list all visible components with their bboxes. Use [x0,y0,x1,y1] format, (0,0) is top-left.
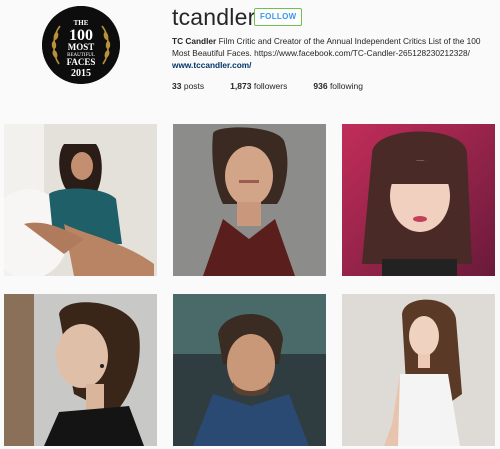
following-label: following [329,81,364,91]
posts-label: posts [183,81,205,91]
stat-followers[interactable]: 1,873 followers [230,81,287,91]
posts-count: 33 [172,81,182,91]
avatar-line3: MOST [68,42,95,52]
avatar-line1: THE [74,19,89,27]
post-thumbnail[interactable] [342,294,495,446]
avatar-line5: FACES [67,57,96,67]
post-thumbnail[interactable] [173,124,326,276]
stat-posts: 33 posts [172,81,204,91]
stat-following[interactable]: 936 following [313,81,363,91]
profile-username: tcandler [172,4,256,30]
profile-bio: TC Candler Film Critic and Creator of th… [172,35,490,71]
bio-name: TC Candler [172,36,217,46]
post-thumbnail[interactable] [173,294,326,446]
bio-text: Film Critic and Creator of the Annual In… [172,36,481,58]
post-thumbnail[interactable] [4,294,157,446]
profile-stats: 33 posts 1,873 followers 936 following [172,81,389,91]
followers-count: 1,873 [230,81,252,91]
followers-label: followers [253,81,288,91]
post-thumbnail[interactable] [342,124,495,276]
bio-website-link[interactable]: www.tccandler.com/ [172,60,251,70]
profile-avatar[interactable]: THE 100 MOST BEAUTIFUL FACES 2015 [42,6,120,84]
following-count: 936 [313,81,328,91]
follow-button[interactable]: FOLLOW [254,8,303,26]
posts-grid [4,124,496,449]
avatar-line6: 2015 [71,68,91,79]
post-thumbnail[interactable] [4,124,157,276]
